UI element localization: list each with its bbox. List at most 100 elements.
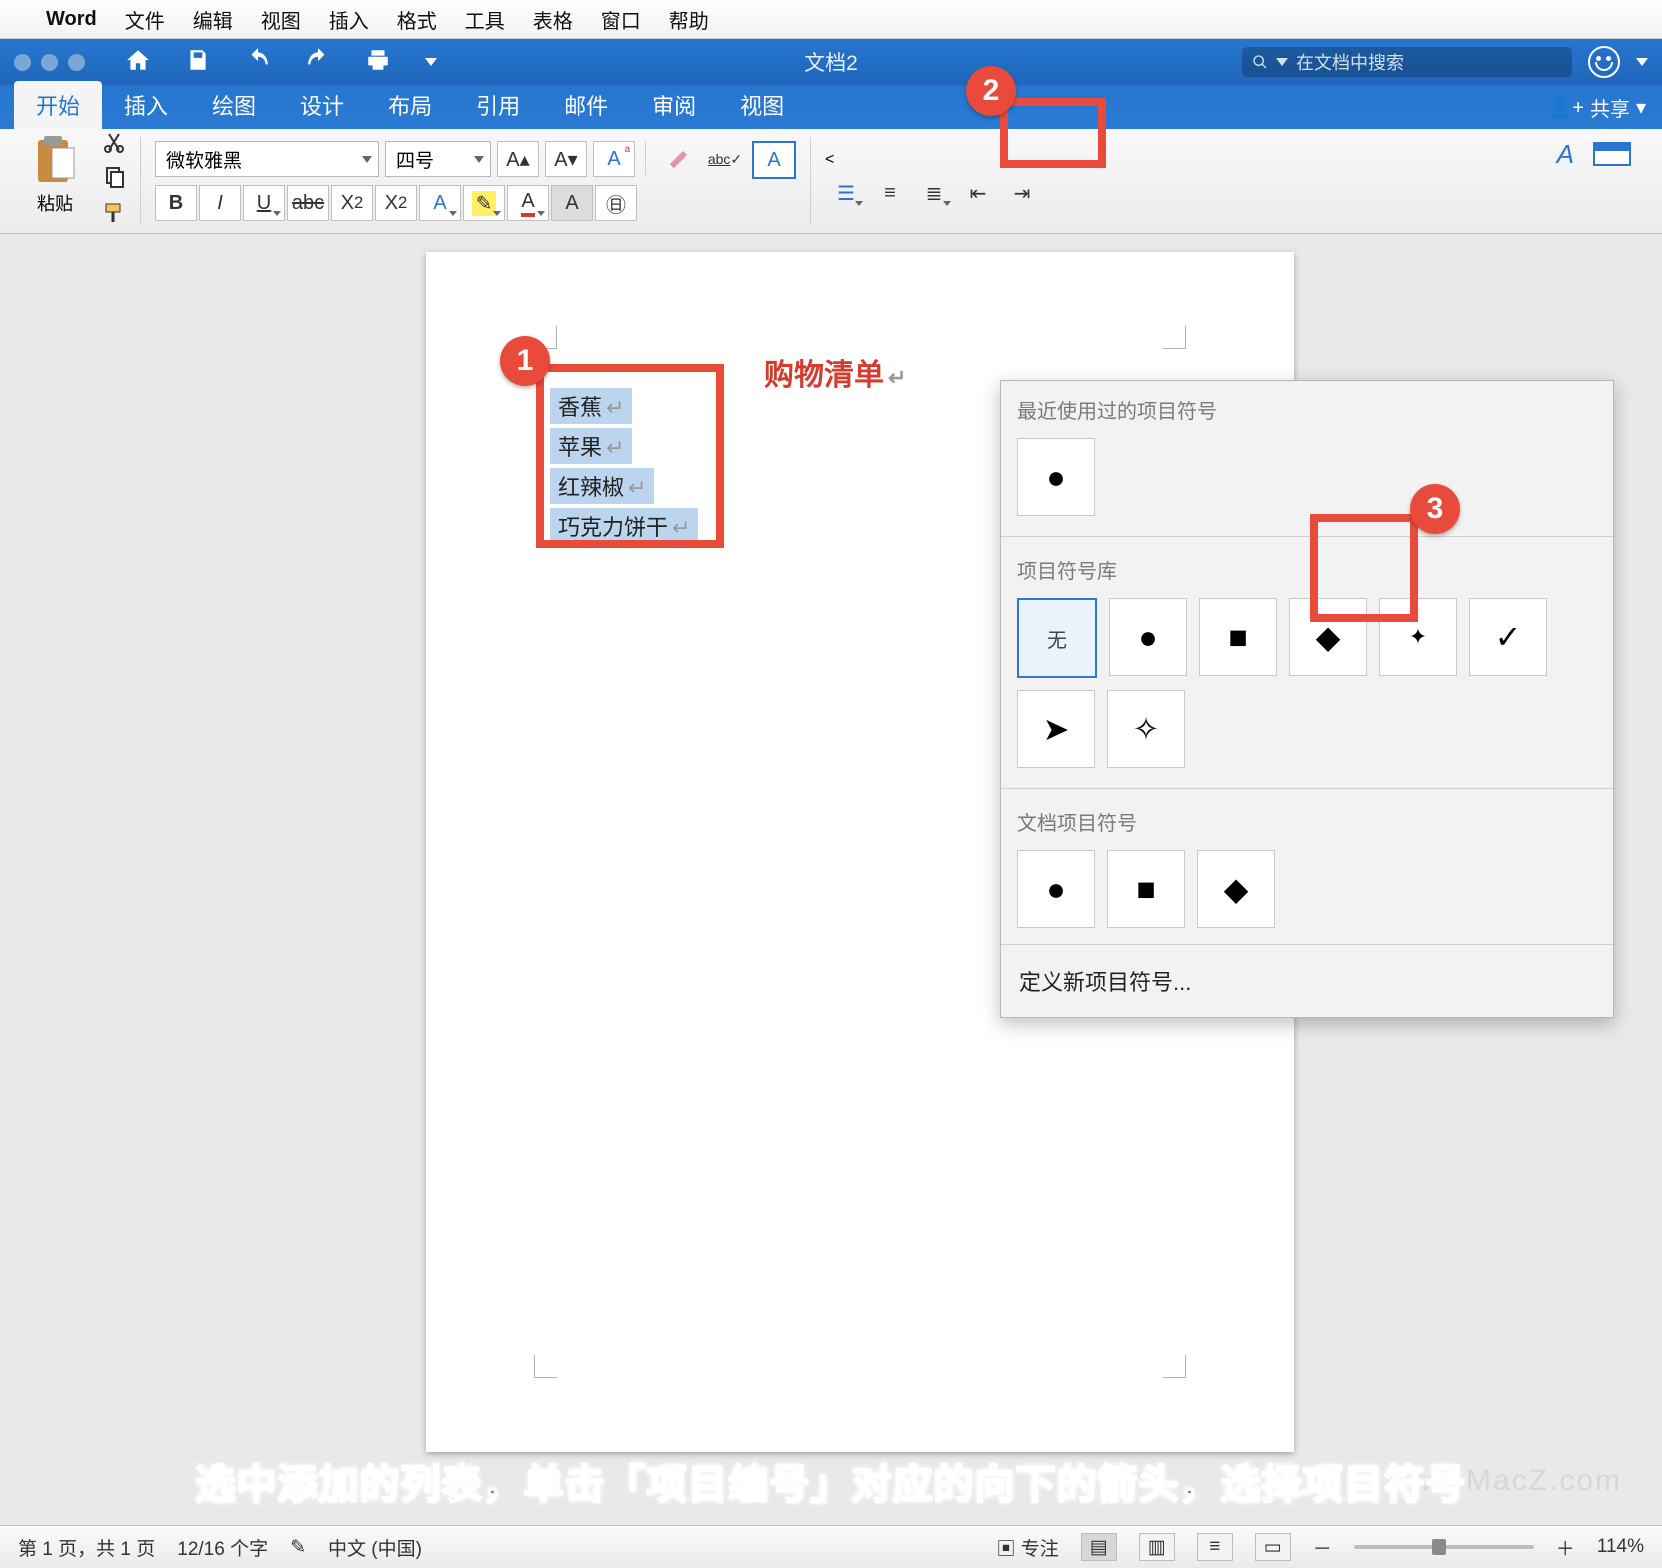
font-family-combo[interactable]: 微软雅黑 <box>155 141 379 177</box>
bullets-button[interactable]: ☰ <box>825 175 867 211</box>
menu-format[interactable]: 格式 <box>397 5 437 34</box>
paste-label[interactable]: 粘贴 <box>37 190 73 216</box>
tab-review[interactable]: 审阅 <box>630 81 718 129</box>
word-count[interactable]: 12/16 个字 <box>177 1534 268 1561</box>
doc-bullets-label: 文档项目符号 <box>1001 793 1613 850</box>
underline-button[interactable]: U <box>243 185 285 221</box>
print-icon[interactable] <box>365 47 391 78</box>
redo-icon[interactable] <box>305 47 331 78</box>
char-shading-a-button[interactable]: A <box>551 185 593 221</box>
define-new-bullet[interactable]: 定义新项目符号... <box>1001 944 1613 1017</box>
focus-mode[interactable]: ▣ 专注 <box>996 1534 1058 1561</box>
font-size-combo[interactable]: 四号 <box>385 141 491 177</box>
document-area: 购物清单↵ 香蕉↵ 苹果↵ 红辣椒↵ 巧克力饼干↵ 1 最近使用过的项目符号 ●… <box>0 234 1662 1568</box>
tab-draw[interactable]: 绘图 <box>190 81 278 129</box>
menu-view[interactable]: 视图 <box>261 5 301 34</box>
menu-insert[interactable]: 插入 <box>329 5 369 34</box>
annotation-badge-3: 3 <box>1410 484 1460 534</box>
tutorial-caption: 选中添加的列表，单击「项目编号」对应的向下的箭头，选择项目符号 <box>0 1452 1662 1510</box>
search-placeholder: 在文档中搜索 <box>1296 49 1404 75</box>
bullet-disc[interactable]: ● <box>1109 598 1187 676</box>
superscript-button[interactable]: X2 <box>375 185 417 221</box>
bullet-square[interactable]: ■ <box>1199 598 1277 676</box>
text-effects-icon[interactable]: A <box>1557 139 1574 174</box>
tab-view[interactable]: 视图 <box>718 81 806 129</box>
tab-references[interactable]: 引用 <box>454 81 542 129</box>
titlebar-chevron-icon[interactable] <box>1636 58 1648 66</box>
traffic-lights[interactable] <box>14 54 85 71</box>
doc-bullet-diamond[interactable]: ◆ <box>1197 850 1275 928</box>
undo-icon[interactable] <box>245 47 271 78</box>
phonetic-guide-button[interactable]: Aa <box>593 141 635 177</box>
format-painter-icon[interactable] <box>102 200 126 229</box>
bullet-arrow[interactable]: ➤ <box>1017 690 1095 768</box>
save-icon[interactable] <box>185 47 211 78</box>
annotation-box-2 <box>1000 98 1106 168</box>
zoom-in-icon[interactable]: ＋ <box>1556 1534 1575 1561</box>
styles-pane-icon[interactable] <box>1592 139 1632 174</box>
quick-access-dropdown-icon[interactable] <box>425 58 437 66</box>
menu-edit[interactable]: 编辑 <box>193 5 233 34</box>
doc-bullet-square[interactable]: ■ <box>1107 850 1185 928</box>
cut-icon[interactable] <box>102 130 126 159</box>
document-heading: 购物清单↵ <box>764 350 906 394</box>
document-title: 文档2 <box>804 47 858 77</box>
language-indicator[interactable]: 中文 (中国) <box>328 1534 422 1561</box>
clipboard-icon[interactable] <box>34 134 76 186</box>
text-effects-button[interactable]: A <box>419 185 461 221</box>
mac-menubar: Word 文件 编辑 视图 插入 格式 工具 表格 窗口 帮助 <box>0 0 1662 39</box>
ribbon-tabs: 开始 插入 绘图 设计 布局 引用 邮件 审阅 视图 👤+ 共享 ▾ <box>0 85 1662 129</box>
bold-button[interactable]: B <box>155 185 197 221</box>
menu-window[interactable]: 窗口 <box>601 5 641 34</box>
window-titlebar: 文档2 在文档中搜索 <box>0 39 1662 85</box>
italic-button[interactable]: I <box>199 185 241 221</box>
tab-mailings[interactable]: 邮件 <box>542 81 630 129</box>
menu-tools[interactable]: 工具 <box>465 5 505 34</box>
clear-format-button[interactable] <box>656 141 698 177</box>
bullet-dropdown-panel: 最近使用过的项目符号 ● 项目符号库 无 ● ■ ◆ ✦ ✓ ➤ ✧ 文档项目符… <box>1000 380 1614 1018</box>
numbering-button[interactable]: ≡ <box>869 175 911 211</box>
subscript-button[interactable]: X2 <box>331 185 373 221</box>
char-shading-button[interactable]: A <box>752 141 796 179</box>
doc-bullet-disc[interactable]: ● <box>1017 850 1095 928</box>
annotation-box-1 <box>536 364 724 548</box>
enclose-char-button[interactable]: ㊐ <box>595 185 637 221</box>
char-border-button[interactable]: abc✓ <box>704 141 746 177</box>
shrink-font-button[interactable]: A▾ <box>545 141 587 177</box>
recent-bullets-label: 最近使用过的项目符号 <box>1001 381 1613 438</box>
copy-icon[interactable] <box>102 165 126 194</box>
outline-view-icon[interactable]: ≡ <box>1197 1533 1233 1561</box>
share-button[interactable]: 👤+ 共享 ▾ <box>1547 93 1646 122</box>
bullet-check[interactable]: ✓ <box>1469 598 1547 676</box>
tab-design[interactable]: 设计 <box>278 81 366 129</box>
tab-insert[interactable]: 插入 <box>102 81 190 129</box>
menu-table[interactable]: 表格 <box>533 5 573 34</box>
font-color-button[interactable]: A <box>507 185 549 221</box>
zoom-slider[interactable] <box>1354 1545 1534 1549</box>
tab-layout[interactable]: 布局 <box>366 81 454 129</box>
draft-view-icon[interactable]: ▭ <box>1255 1533 1291 1561</box>
annotation-box-3 <box>1310 514 1418 622</box>
highlight-button[interactable]: ✎ <box>463 185 505 221</box>
increase-indent-button[interactable]: ⇥ <box>1001 175 1043 211</box>
smile-icon[interactable] <box>1588 46 1620 78</box>
print-layout-view-icon[interactable]: ▤ <box>1081 1533 1117 1561</box>
multilevel-button[interactable]: ≣ <box>913 175 955 211</box>
search-input[interactable]: 在文档中搜索 <box>1242 47 1572 77</box>
app-name[interactable]: Word <box>46 8 97 31</box>
spellcheck-icon[interactable]: ✎ <box>290 1536 306 1559</box>
strikethrough-button[interactable]: abc <box>287 185 329 221</box>
web-layout-view-icon[interactable]: ▥ <box>1139 1533 1175 1561</box>
menu-file[interactable]: 文件 <box>125 5 165 34</box>
bullet-none[interactable]: 无 <box>1017 598 1097 678</box>
bullet-recent-disc[interactable]: ● <box>1017 438 1095 516</box>
zoom-out-icon[interactable]: － <box>1313 1534 1332 1561</box>
bullet-star4[interactable]: ✧ <box>1107 690 1185 768</box>
tab-home[interactable]: 开始 <box>14 81 102 129</box>
page-indicator[interactable]: 第 1 页，共 1 页 <box>18 1534 155 1561</box>
home-icon[interactable] <box>125 47 151 78</box>
grow-font-button[interactable]: A▴ <box>497 141 539 177</box>
zoom-percent[interactable]: 114% <box>1597 1536 1644 1558</box>
menu-help[interactable]: 帮助 <box>669 5 709 34</box>
decrease-indent-button[interactable]: ⇤ <box>957 175 999 211</box>
